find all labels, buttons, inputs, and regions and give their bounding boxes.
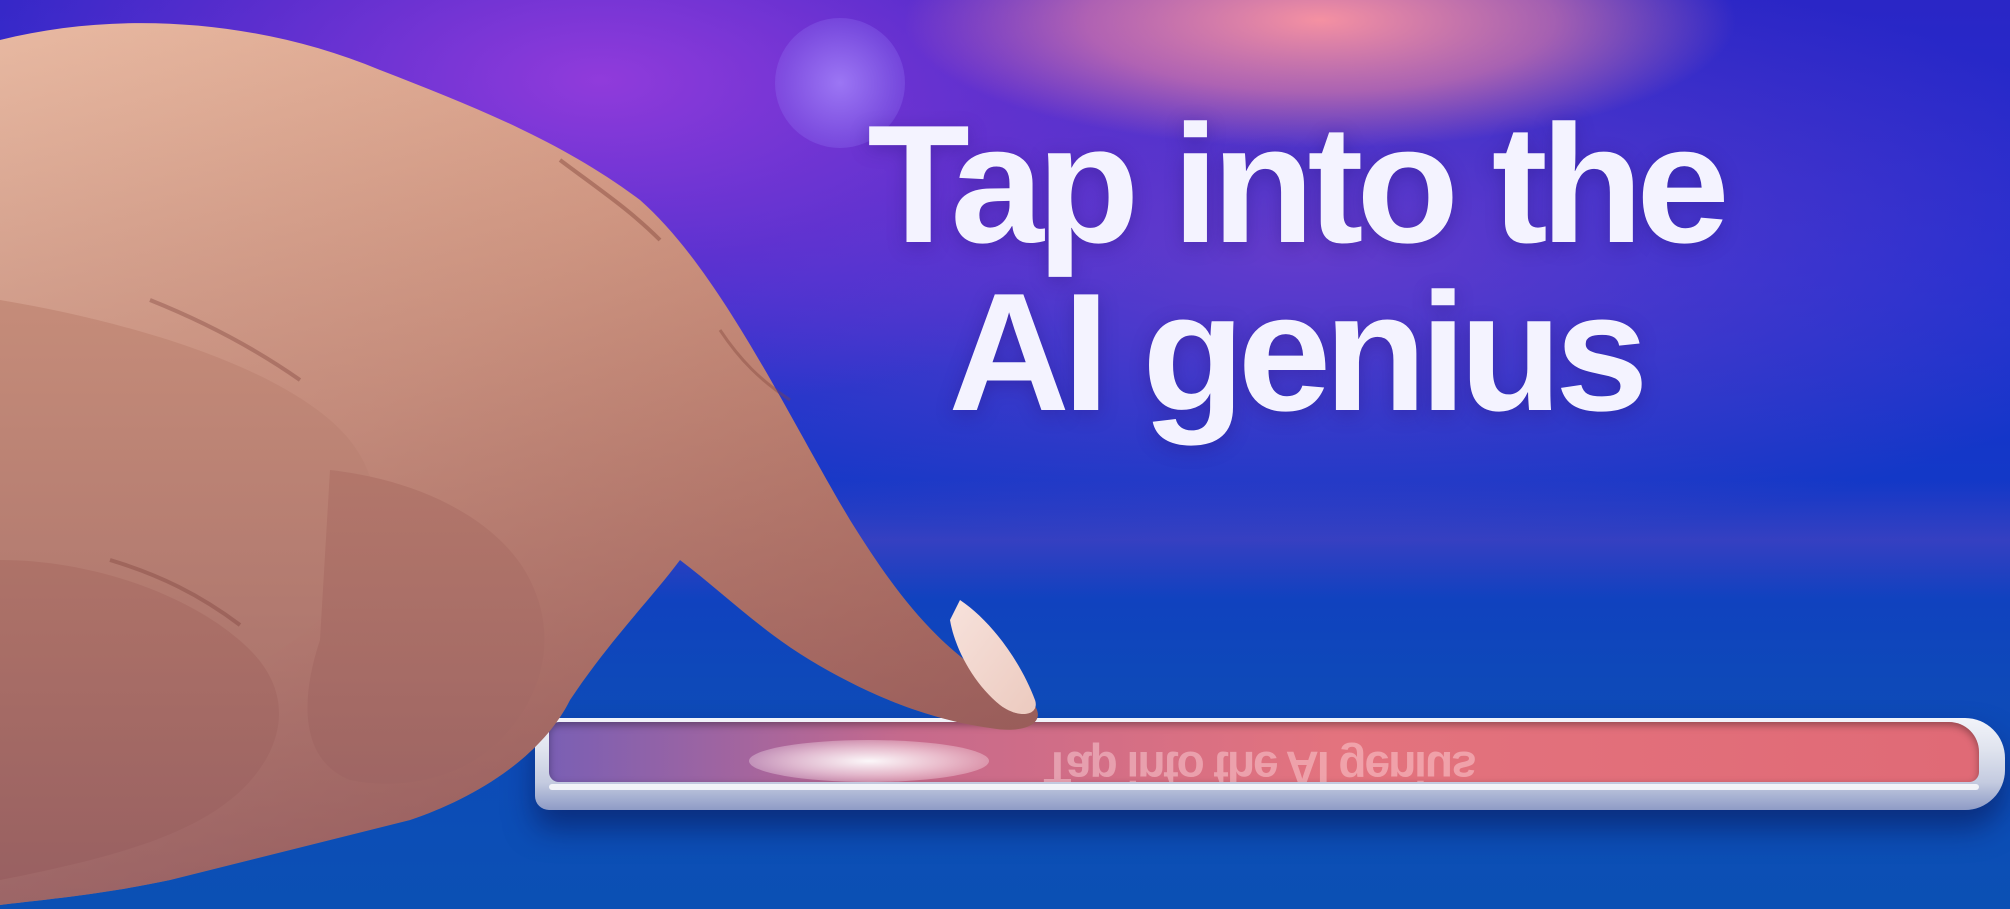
headline-line-2: AI genius [948, 258, 1648, 446]
hero-banner: Tap into the AI genius Tap into the AI g… [0, 0, 2010, 909]
headline-line-1: Tap into the [867, 90, 1729, 278]
headline: Tap into the AI genius [650, 100, 1940, 436]
